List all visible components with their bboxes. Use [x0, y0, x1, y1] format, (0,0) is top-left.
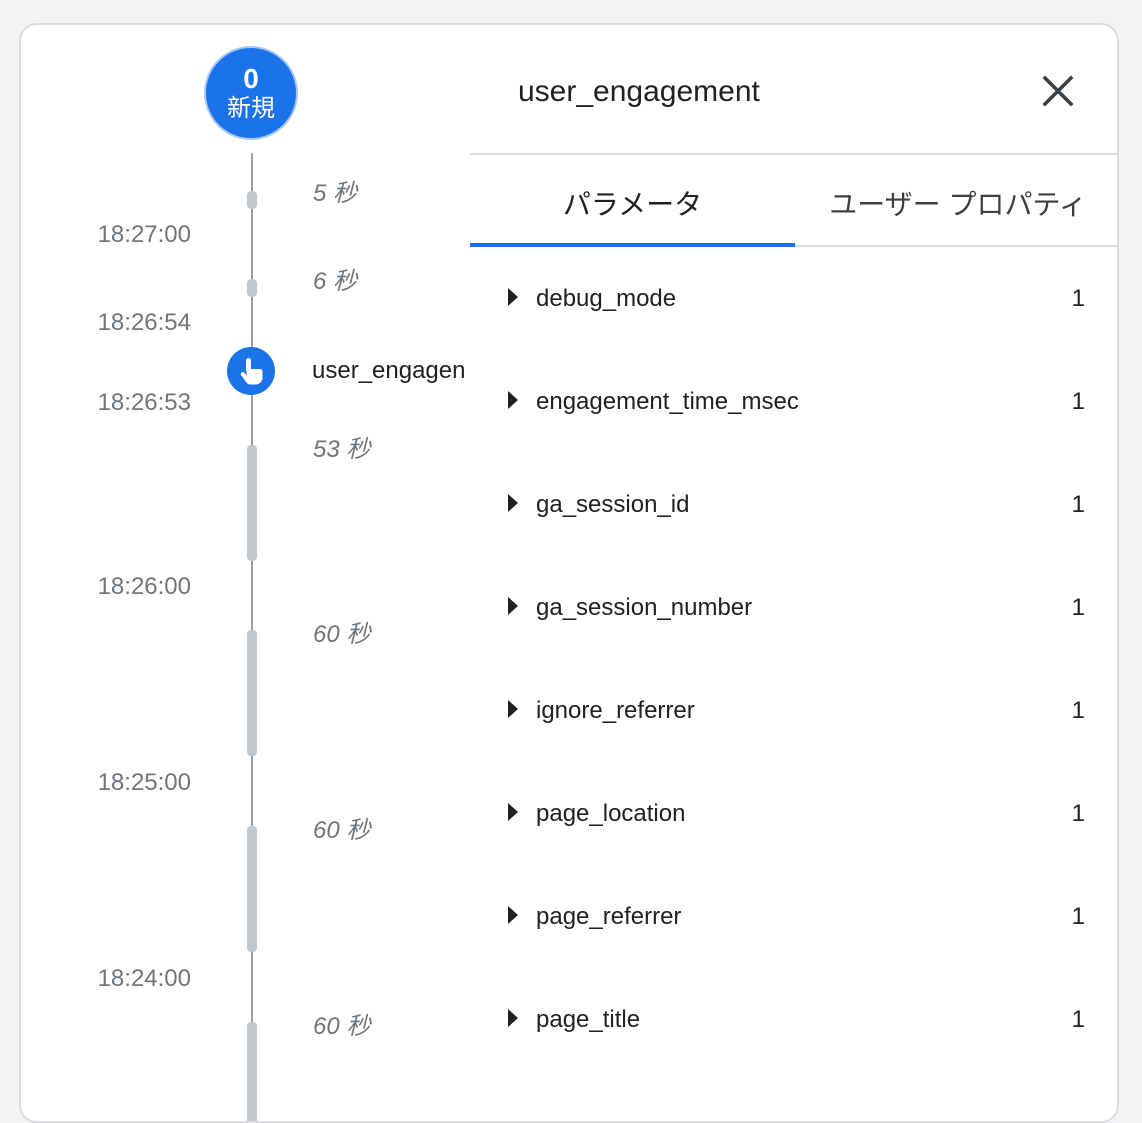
timeline-time: 18:25:00: [97, 769, 191, 796]
parameter-count: 1: [1071, 388, 1085, 415]
expand-caret-icon: [508, 597, 518, 615]
parameter-count: 1: [1071, 697, 1085, 724]
parameter-row[interactable]: ga_session_id 1: [470, 453, 1117, 556]
expand-caret-icon: [508, 906, 518, 924]
panel-tabs: パラメータ ユーザー プロパティ: [470, 155, 1117, 247]
parameter-row[interactable]: page_location 1: [470, 762, 1117, 865]
parameter-name: debug_mode: [536, 285, 677, 312]
parameter-count: 1: [1071, 285, 1085, 312]
parameter-name: ga_session_number: [536, 594, 753, 621]
expand-caret-icon: [508, 1009, 518, 1027]
parameter-row[interactable]: page_title 1: [470, 968, 1117, 1071]
expand-caret-icon: [508, 803, 518, 821]
timeline-gap-bar: [247, 445, 257, 561]
expand-caret-icon: [508, 391, 518, 409]
parameter-row[interactable]: ga_session_number 1: [470, 556, 1117, 659]
tab-user-properties[interactable]: ユーザー プロパティ: [795, 155, 1117, 245]
timeline-duration: 6 秒: [313, 268, 358, 295]
event-name-label[interactable]: user_engagen: [312, 357, 465, 385]
event-marker[interactable]: [227, 347, 275, 395]
parameter-count: 1: [1071, 594, 1085, 621]
close-button[interactable]: [1036, 69, 1080, 113]
panel-title: user_engagement: [518, 75, 760, 108]
timeline-gap-bar: [247, 191, 257, 209]
event-timeline: 0 新規 18:27:00 18:26:54 18:26:53 18:26:00…: [21, 25, 491, 1121]
timeline-time: 18:26:00: [97, 573, 191, 600]
parameter-count: 1: [1071, 491, 1085, 518]
parameter-row[interactable]: engagement_time_msec 1: [470, 350, 1117, 453]
timeline-duration: 5 秒: [313, 180, 358, 207]
counter-label: 新規: [227, 95, 275, 122]
timeline-time: 18:27:00: [97, 221, 191, 248]
parameter-count: 1: [1071, 1006, 1085, 1033]
timeline-duration: 60 秒: [313, 1013, 371, 1040]
expand-caret-icon: [508, 700, 518, 718]
timeline-time: 18:26:53: [97, 389, 191, 416]
timeline-duration: 60 秒: [313, 621, 371, 648]
parameter-name: page_title: [536, 1006, 641, 1033]
parameter-count: 1: [1071, 800, 1085, 827]
tab-label: ユーザー プロパティ: [829, 189, 1087, 220]
event-detail-panel: user_engagement パラメータ ユーザー プロパティ debug_m…: [470, 25, 1117, 1121]
close-icon: [1042, 75, 1074, 107]
parameter-row[interactable]: debug_mode 1: [470, 247, 1117, 350]
debug-view-card: 0 新規 18:27:00 18:26:54 18:26:53 18:26:00…: [19, 23, 1119, 1123]
parameter-list: debug_mode 1 engagement_time_msec 1 ga_s…: [470, 247, 1117, 1071]
timeline-time: 18:24:00: [97, 965, 191, 992]
parameter-row[interactable]: page_referrer 1: [470, 865, 1117, 968]
parameter-row[interactable]: ignore_referrer 1: [470, 659, 1117, 762]
touch-icon: [240, 358, 263, 385]
timeline-gap-bar: [247, 279, 257, 297]
tab-parameters[interactable]: パラメータ: [470, 155, 795, 245]
timeline-time: 18:26:54: [97, 309, 191, 336]
parameter-name: engagement_time_msec: [536, 388, 799, 415]
timeline-gap-bar: [247, 1022, 257, 1121]
counter-value: 0: [243, 63, 259, 94]
expand-caret-icon: [508, 288, 518, 306]
parameter-name: page_referrer: [536, 903, 682, 930]
parameter-name: ignore_referrer: [536, 697, 695, 724]
parameter-name: page_location: [536, 800, 686, 827]
parameter-name: ga_session_id: [536, 491, 690, 518]
timeline-duration: 53 秒: [313, 436, 371, 463]
timeline-gap-bar: [247, 630, 257, 756]
expand-caret-icon: [508, 494, 518, 512]
timeline-gap-bar: [247, 826, 257, 952]
parameter-count: 1: [1071, 903, 1085, 930]
new-events-counter[interactable]: 0 新規: [204, 46, 298, 140]
timeline-duration: 60 秒: [313, 817, 371, 844]
tab-label: パラメータ: [562, 189, 703, 220]
